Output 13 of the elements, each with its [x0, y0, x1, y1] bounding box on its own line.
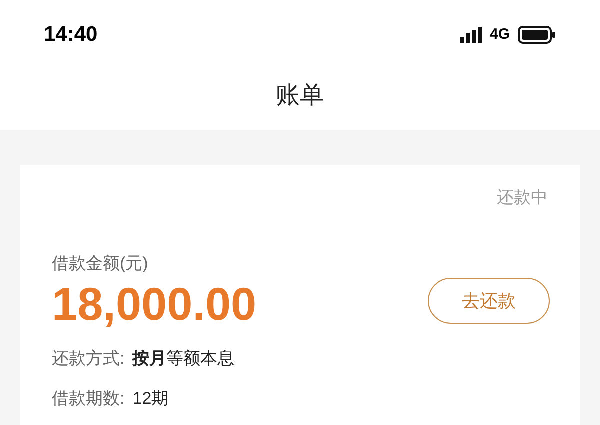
loan-amount: 18,000.00: [52, 277, 257, 332]
detail-value: 12期: [132, 388, 169, 410]
network-type: 4G: [490, 24, 510, 45]
status-time: 14:40: [44, 22, 98, 48]
detail-label: 还款方式:: [52, 348, 125, 370]
battery-icon: [518, 26, 556, 44]
detail-value: 按月等额本息: [132, 348, 235, 370]
detail-label: 借款期数:: [52, 388, 125, 410]
amount-label: 借款金额(元): [52, 252, 150, 274]
repay-button[interactable]: 去还款: [428, 278, 550, 324]
page-title: 账单: [276, 81, 324, 111]
signal-icon: [460, 27, 482, 43]
bill-status: 还款中: [497, 187, 548, 209]
